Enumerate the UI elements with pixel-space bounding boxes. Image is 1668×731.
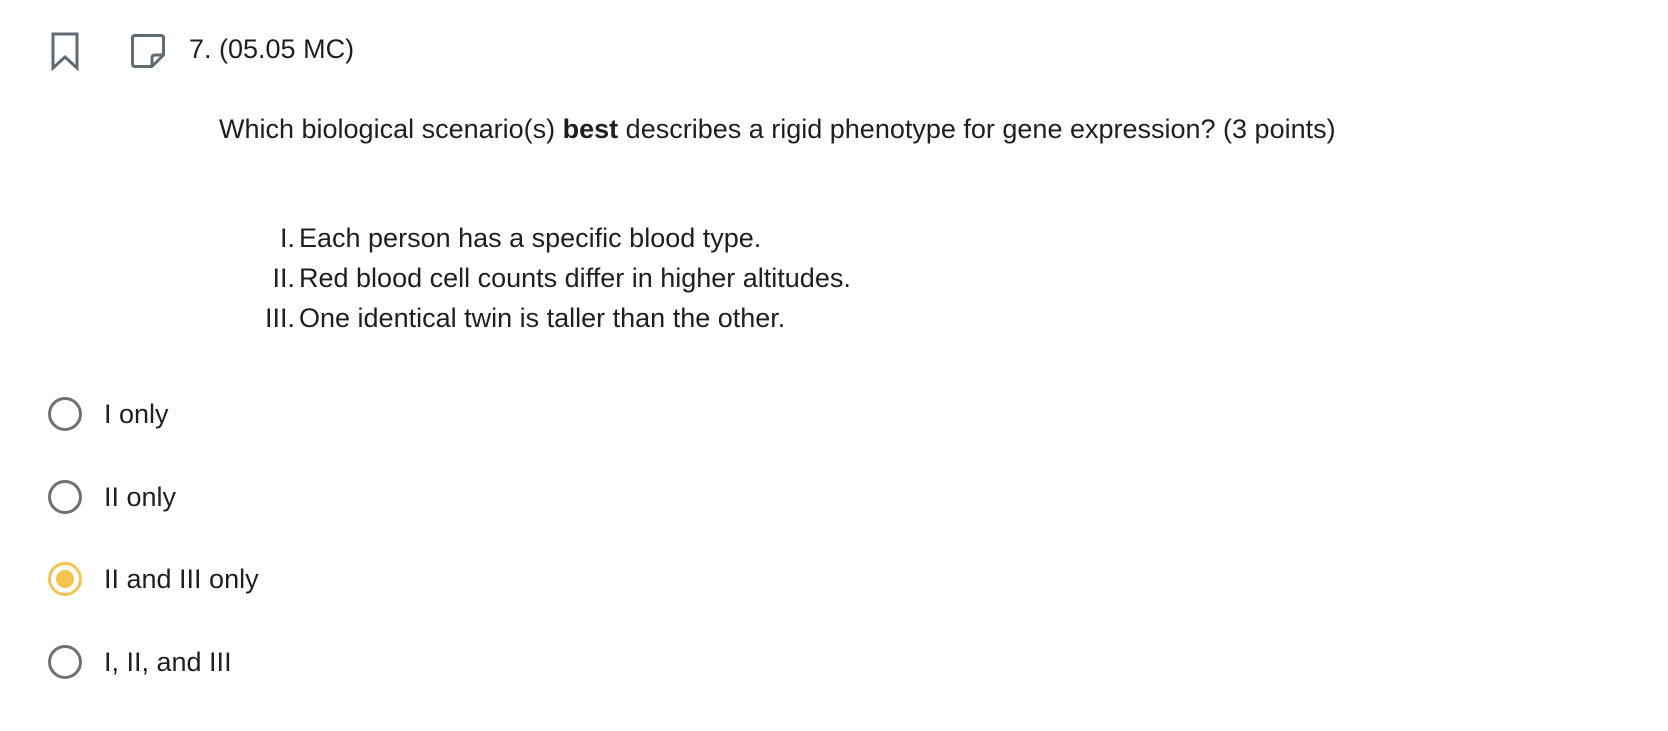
prompt-text-start: Which biological scenario(s) [219,114,563,144]
scenario-item: III. One identical twin is taller than t… [219,298,851,338]
answer-option-ii-and-iii-only[interactable]: II and III only [48,559,259,642]
note-button[interactable] [130,33,166,69]
answer-label: I only [104,399,169,429]
question-prompt: Which biological scenario(s) best descri… [219,111,1336,147]
question-number: 7. (05.05 MC) [189,34,355,64]
scenario-text: Red blood cell counts differ in higher a… [299,263,851,293]
answer-label: I, II, and III [104,646,232,677]
scenario-number: III. [264,303,295,333]
radio-button[interactable] [48,644,82,679]
answer-choices: I only II only II and III only I, II, an… [48,394,259,724]
bookmark-icon [51,32,79,72]
prompt-text-end: describes a rigid phenotype for gene exp… [618,114,1336,144]
answer-label: II and III only [104,564,259,594]
answer-option-i-ii-and-iii[interactable]: I, II, and III [48,642,259,725]
scenario-list: I. Each person has a specific blood type… [219,218,851,338]
answer-label: II only [104,481,177,512]
answer-option-i-only[interactable]: I only [48,394,259,477]
scenario-text: One identical twin is taller than the ot… [299,303,786,333]
scenario-number: I. [279,223,295,253]
scenario-text: Each person has a specific blood type. [299,223,762,253]
sticky-note-icon [131,34,165,68]
radio-button[interactable] [48,562,82,596]
scenario-item: II. Red blood cell counts differ in high… [219,258,851,298]
answer-option-ii-only[interactable]: II only [48,477,259,560]
radio-button[interactable] [48,397,82,431]
scenario-number: II. [272,263,295,293]
radio-button[interactable] [48,479,82,514]
scenario-item: I. Each person has a specific blood type… [219,218,851,258]
bookmark-button[interactable] [50,31,80,72]
prompt-emphasis: best [562,114,619,144]
